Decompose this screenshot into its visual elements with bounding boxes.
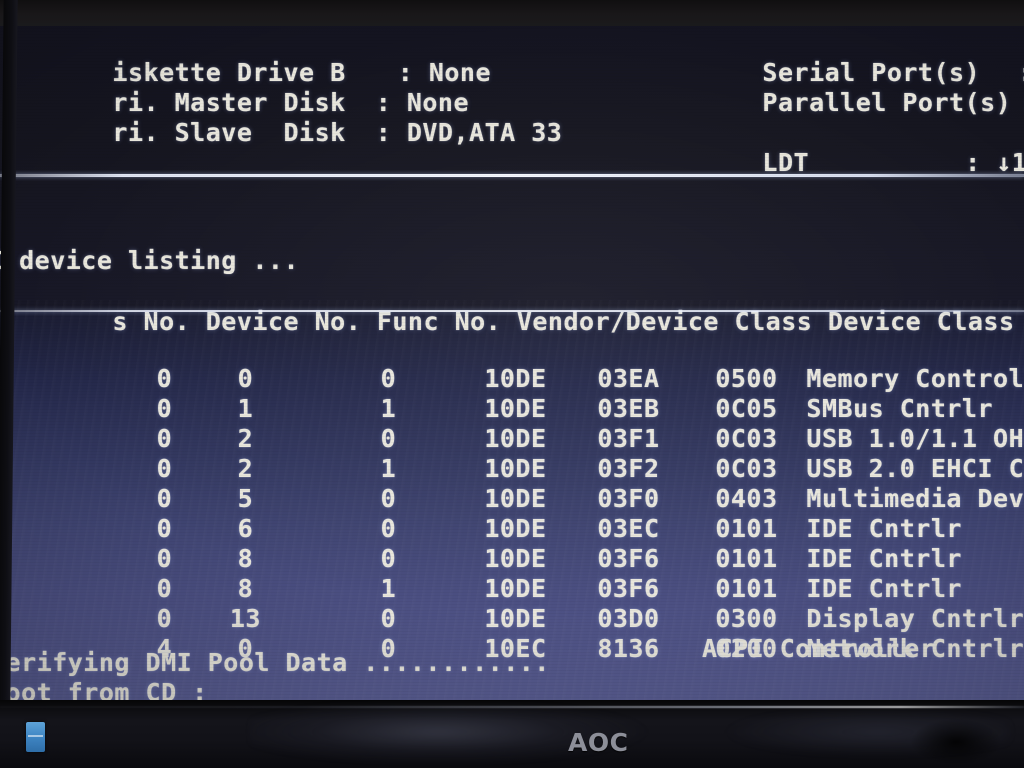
summary-separator: : bbox=[965, 148, 981, 177]
pci-listing-title: I device listing ... bbox=[0, 246, 300, 275]
summary-label: ri. Slave Disk bbox=[112, 118, 346, 147]
bios-text-layer: iskette Drive B: None ri. Master Disk: N… bbox=[0, 0, 1024, 700]
boot-message-verifying: Verifying DMI Pool Data ............ bbox=[0, 648, 550, 677]
boot-message-boot-from: Boot from CD : bbox=[0, 678, 208, 700]
cell-device-id: 8136 bbox=[597, 634, 660, 663]
bezel-reflection-left bbox=[250, 704, 720, 766]
summary-row-pri-slave: ri. Slave Disk: DVD,ATA 33 bbox=[0, 88, 562, 178]
summary-value: DVD,ATA 33 bbox=[406, 118, 563, 147]
monitor-photo: iskette Drive B: None ri. Master Disk: N… bbox=[0, 0, 1024, 768]
monitor-sticker bbox=[26, 722, 45, 752]
summary-value: ↓16 bbox=[996, 148, 1024, 177]
aoc-brand-logo: AOC bbox=[568, 728, 629, 757]
summary-label: Parallel Port(s) bbox=[762, 88, 1012, 117]
summary-row-ldt: LDT: ↓16 bbox=[638, 118, 1024, 208]
separator-line-table-header bbox=[0, 310, 1024, 312]
pci-trailing-device-class: ACPI Controller bbox=[702, 634, 936, 663]
bios-screen: iskette Drive B: None ri. Master Disk: N… bbox=[0, 0, 1024, 700]
separator-line-top bbox=[0, 174, 1024, 177]
summary-separator: : bbox=[375, 118, 392, 147]
monitor-bottom-bezel: AOC bbox=[0, 700, 1024, 768]
monitor-top-bezel bbox=[0, 0, 1024, 26]
summary-label: LDT bbox=[762, 148, 810, 177]
cable-silhouette bbox=[904, 718, 1024, 768]
